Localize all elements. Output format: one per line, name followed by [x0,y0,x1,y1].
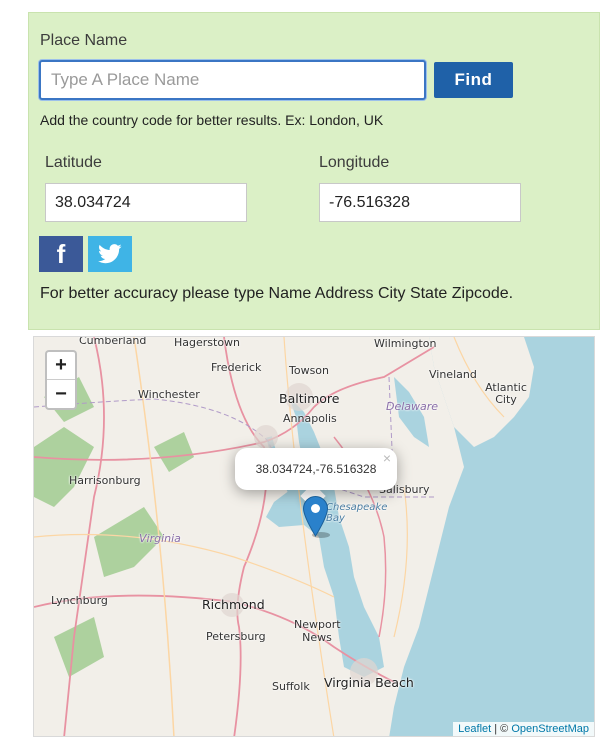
map-label-delaware: Delaware [386,400,439,413]
longitude-field[interactable] [319,183,521,222]
leaflet-link[interactable]: Leaflet [458,723,491,735]
latitude-label: Latitude [45,154,102,171]
map-label-cumberland: Cumberland [79,336,147,347]
location-popup: 38.034724,-76.516328 × [235,448,397,490]
map-label-winchester: Winchester [138,388,200,401]
map-label-chesapeake-bay: Chesapeake Bay [326,502,388,524]
map-label-harrisonburg: Harrisonburg [69,474,141,487]
map-label-vineland: Vineland [429,368,477,381]
find-button[interactable]: Find [434,62,513,98]
map-label-newport-news: Newport News [294,618,341,644]
place-name-label: Place Name [40,32,128,49]
attribution-separator: | © [491,723,512,735]
map[interactable]: Cumberland Hagerstown Wilmington Frederi… [33,336,595,737]
map-marker-icon[interactable] [303,496,328,537]
zoom-in-button[interactable]: + [47,352,75,380]
longitude-label: Longitude [319,154,390,171]
search-panel: Place Name Find Add the country code for… [28,12,600,330]
map-label-annapolis: Annapolis [283,412,337,425]
facebook-share-button[interactable]: f [39,236,83,272]
popup-close-button[interactable]: × [383,450,391,466]
place-name-input[interactable] [39,60,426,100]
map-label-virginia: Virginia [139,532,181,545]
twitter-share-button[interactable] [88,236,132,272]
twitter-icon [98,244,122,264]
map-label-frederick: Frederick [211,361,262,374]
map-label-suffolk: Suffolk [272,680,310,693]
map-label-atlantic-city: Atlantic City [485,381,527,406]
map-label-towson: Towson [289,364,330,377]
map-label-petersburg: Petersburg [206,630,266,643]
hint-text: Add the country code for better results.… [40,112,384,128]
latitude-field[interactable] [45,183,247,222]
map-attribution: Leaflet | © OpenStreetMap [453,722,594,736]
openstreetmap-link[interactable]: OpenStreetMap [511,723,589,735]
map-label-wilmington: Wilmington [374,337,437,350]
accuracy-note: For better accuracy please type Name Add… [40,285,514,302]
popup-coordinates: 38.034724,-76.516328 [255,462,377,476]
map-label-richmond: Richmond [202,597,265,612]
map-label-baltimore: Baltimore [279,391,340,406]
map-label-lynchburg: Lynchburg [51,594,108,607]
zoom-out-button[interactable]: − [47,380,75,408]
map-label-hagerstown: Hagerstown [174,336,241,349]
zoom-control: + − [45,350,77,410]
map-label-virginia-beach: Virginia Beach [324,675,414,690]
facebook-icon: f [56,238,66,269]
